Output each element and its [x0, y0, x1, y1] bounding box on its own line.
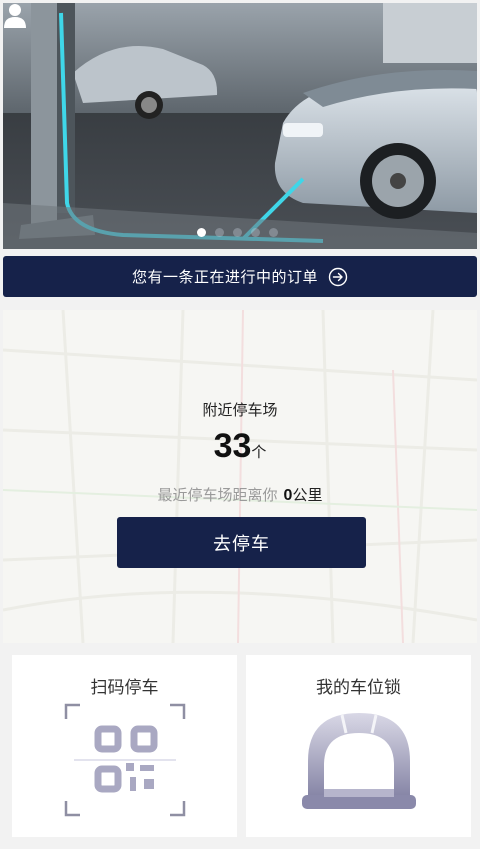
carousel-dot[interactable] — [215, 228, 224, 237]
parking-count-unit: 个 — [251, 443, 267, 461]
nearest-distance-unit: 公里 — [292, 486, 323, 504]
nearest-distance-label: 最近停车场距离你 — [157, 486, 278, 504]
carousel-dot[interactable] — [197, 228, 206, 237]
parking-count: 33个 — [3, 427, 477, 466]
carousel-dot[interactable] — [251, 228, 260, 237]
nearby-parking-card: 附近停车场 33个 最近停车场距离你 0公里 去停车 — [3, 310, 477, 643]
arrow-right-circle-icon — [328, 267, 348, 286]
ongoing-order-text: 您有一条正在进行中的订单 — [131, 268, 318, 286]
my-parking-lock-title: 我的车位锁 — [316, 678, 401, 698]
carousel-dot[interactable] — [269, 228, 278, 237]
scan-park-card[interactable]: 扫码停车 — [12, 655, 237, 837]
user-icon[interactable] — [3, 3, 27, 29]
nearest-distance: 最近停车场距离你 0公里 — [3, 484, 477, 505]
parking-count-value: 33 — [213, 427, 252, 465]
carousel-dot[interactable] — [233, 228, 242, 237]
carousel-dots[interactable] — [197, 228, 278, 237]
banner-image — [3, 3, 477, 249]
nearby-parking-title: 附近停车场 — [202, 401, 278, 419]
go-park-button[interactable]: 去停车 — [117, 517, 366, 568]
my-parking-lock-card[interactable]: 我的车位锁 — [246, 655, 471, 837]
scan-park-title: 扫码停车 — [90, 678, 159, 698]
parking-lock-icon — [302, 713, 416, 809]
ongoing-order-bar[interactable]: 您有一条正在进行中的订单 — [3, 256, 477, 297]
map-background — [3, 310, 477, 643]
qr-code-icon — [64, 703, 186, 817]
hero-banner[interactable] — [3, 3, 477, 249]
